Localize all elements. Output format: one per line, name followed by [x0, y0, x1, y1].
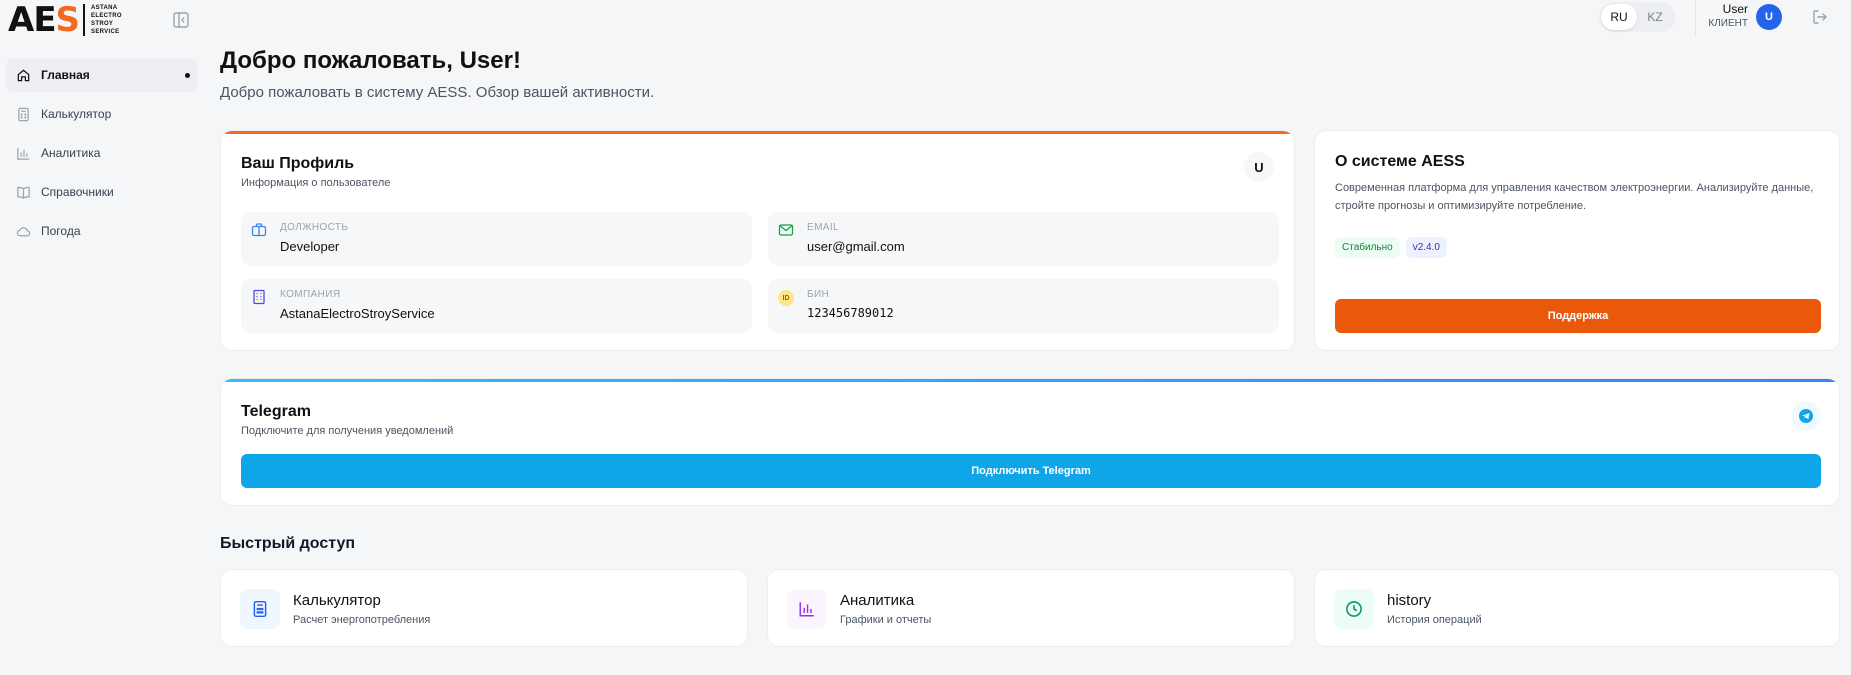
logo-mark: AES — [8, 0, 80, 40]
about-description: Современная платформа для управления кач… — [1335, 182, 1814, 212]
building-icon — [253, 289, 265, 305]
page-subtitle: Добро пожаловать в систему AESS. Обзор в… — [220, 84, 655, 101]
calculator-icon — [18, 107, 29, 121]
clock-icon — [1334, 589, 1374, 629]
sidebar-item-label: Погода — [41, 224, 81, 238]
logo-text: ASTANA ELECTRO STROY SERVICE — [91, 5, 122, 35]
position-field: ДОЛЖНОСТЬ Developer — [241, 212, 752, 266]
profile-subtitle: Информация о пользователе — [241, 177, 391, 189]
book-icon — [17, 186, 30, 199]
cloud-icon — [16, 226, 31, 236]
lang-ru-button[interactable]: RU — [1601, 4, 1637, 30]
quick-access-calculator[interactable]: Калькулятор Расчет энергопотребления — [220, 569, 748, 647]
quick-access-item-subtitle: Расчет энергопотребления — [293, 614, 431, 626]
sidebar-item-references[interactable]: Справочники — [6, 175, 198, 209]
user-info: User КЛИЕНТ — [1700, 2, 1748, 29]
mail-icon — [778, 224, 794, 236]
sidebar-collapse-icon[interactable] — [172, 11, 190, 29]
header-divider — [1695, 0, 1696, 36]
sidebar-item-label: Справочники — [41, 185, 114, 199]
quick-access-title: Быстрый доступ — [220, 535, 356, 552]
email-field: EMAIL user@gmail.com — [768, 212, 1279, 266]
telegram-title: Telegram — [241, 403, 311, 420]
bin-field: ID БИН 123456789012 — [768, 279, 1279, 333]
user-name: User — [1722, 2, 1748, 16]
quick-access-history[interactable]: history История операций — [1314, 569, 1840, 647]
connect-telegram-button[interactable]: Подключить Telegram — [241, 454, 1821, 488]
user-role: КЛИЕНТ — [1708, 18, 1748, 29]
language-toggle[interactable]: RU KZ — [1599, 2, 1675, 32]
email-label: EMAIL — [807, 222, 840, 233]
about-card: О системе AESS Современная платформа для… — [1314, 130, 1840, 351]
calculator-icon — [240, 589, 280, 629]
company-field: КОМПАНИЯ AstanaElectroStroyService — [241, 279, 752, 333]
card-accent-line — [221, 379, 1839, 382]
status-badge: Стабильно — [1335, 237, 1400, 258]
bar-chart-icon — [17, 147, 30, 160]
card-accent-line — [221, 131, 1294, 134]
sidebar: Главная Калькулятор Аналитика Справочник… — [6, 58, 198, 253]
id-icon: ID — [778, 290, 794, 306]
page-title: Добро пожаловать, User! — [220, 47, 521, 74]
briefcase-icon — [251, 223, 267, 237]
sidebar-item-calculator[interactable]: Калькулятор — [6, 97, 198, 131]
bin-label: БИН — [807, 289, 830, 300]
profile-initial-badge: U — [1244, 152, 1274, 182]
profile-card: Ваш Профиль Информация о пользователе U … — [220, 130, 1295, 351]
profile-title: Ваш Профиль — [241, 155, 355, 172]
sidebar-item-analytics[interactable]: Аналитика — [6, 136, 198, 170]
telegram-card: Telegram Подключите для получения уведом… — [220, 378, 1840, 506]
company-label: КОМПАНИЯ — [280, 289, 341, 300]
version-badge: v2.4.0 — [1405, 237, 1447, 258]
logout-icon[interactable] — [1811, 8, 1829, 26]
position-value: Developer — [280, 239, 340, 254]
bin-value: 123456789012 — [807, 306, 894, 320]
lang-kz-button[interactable]: KZ — [1637, 4, 1673, 30]
quick-access-analytics[interactable]: Аналитика Графики и отчеты — [767, 569, 1295, 647]
logo-divider — [83, 4, 86, 36]
sidebar-item-label: Аналитика — [41, 146, 101, 160]
sidebar-item-home[interactable]: Главная — [6, 58, 198, 92]
quick-access-item-subtitle: Графики и отчеты — [840, 614, 932, 626]
quick-access-item-title: Калькулятор — [293, 592, 381, 609]
quick-access-item-title: Аналитика — [840, 592, 915, 609]
avatar[interactable]: U — [1756, 4, 1782, 30]
email-value: user@gmail.com — [807, 239, 905, 254]
bar-chart-icon — [787, 589, 827, 629]
support-button[interactable]: Поддержка — [1335, 299, 1821, 333]
home-icon — [17, 69, 30, 81]
logo: AES ASTANA ELECTRO STROY SERVICE — [8, 3, 122, 37]
sidebar-item-label: Калькулятор — [41, 107, 112, 121]
quick-access-item-title: history — [1387, 592, 1432, 609]
position-label: ДОЛЖНОСТЬ — [280, 222, 349, 233]
active-indicator — [185, 72, 190, 78]
telegram-subtitle: Подключите для получения уведомлений — [241, 425, 454, 437]
company-value: AstanaElectroStroyService — [280, 306, 435, 321]
sidebar-item-weather[interactable]: Погода — [6, 214, 198, 248]
quick-access-item-subtitle: История операций — [1387, 614, 1482, 626]
about-title: О системе AESS — [1335, 153, 1465, 170]
telegram-icon — [1791, 401, 1821, 431]
sidebar-item-label: Главная — [41, 68, 90, 82]
